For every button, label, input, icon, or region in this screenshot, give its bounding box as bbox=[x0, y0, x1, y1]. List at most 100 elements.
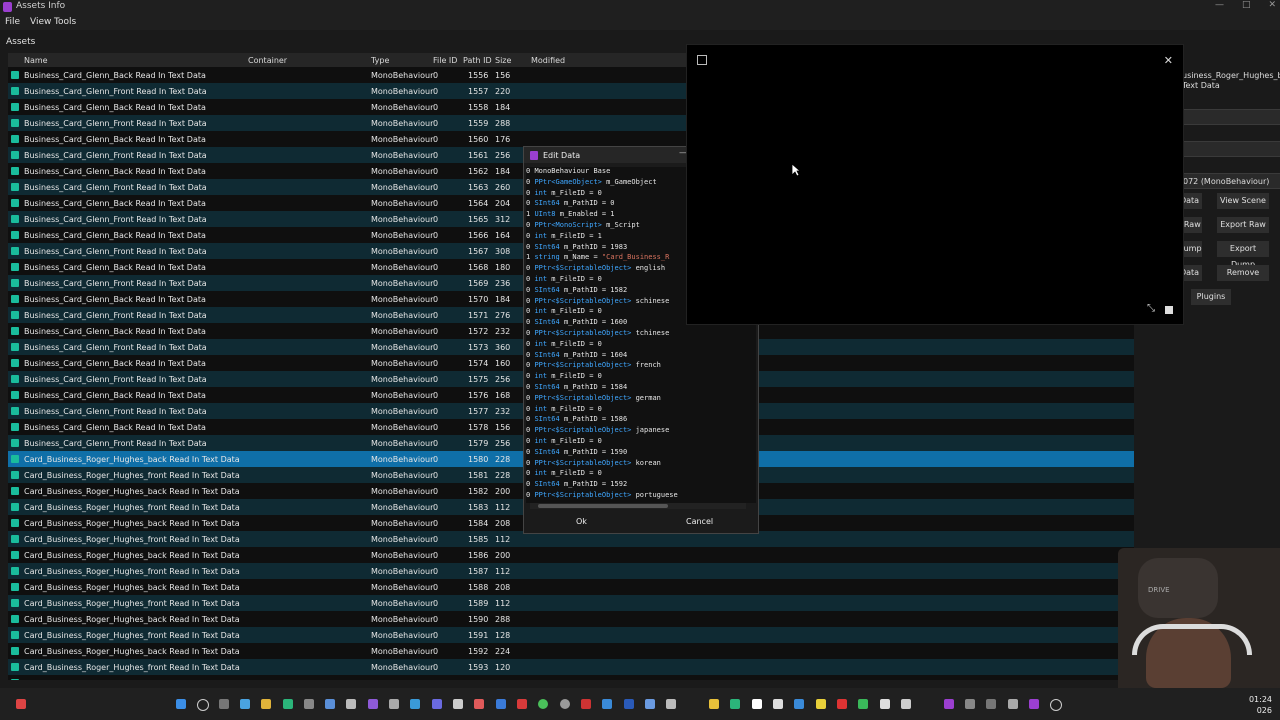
app-icon[interactable] bbox=[752, 699, 762, 709]
menu-file[interactable]: File bbox=[5, 17, 20, 27]
close-icon[interactable]: ✕ bbox=[1164, 54, 1173, 67]
tree-line[interactable]: 0 int m_FileID = 0 bbox=[526, 405, 756, 416]
app-icon[interactable] bbox=[645, 699, 655, 709]
tree-line[interactable]: 0 PPtr<$ScriptableObject> japanese bbox=[526, 426, 756, 437]
app-icon[interactable] bbox=[368, 699, 378, 709]
export-raw-button[interactable]: Export Raw bbox=[1217, 217, 1269, 233]
col-file-id[interactable]: File ID bbox=[433, 56, 457, 65]
app-icon[interactable] bbox=[581, 699, 591, 709]
app-icon[interactable] bbox=[965, 699, 975, 709]
app-icon[interactable] bbox=[16, 699, 26, 709]
app-icon[interactable] bbox=[389, 699, 399, 709]
system-clock[interactable]: 01:24 026 bbox=[1249, 694, 1272, 716]
table-row[interactable]: Card_Business_Roger_Hughes_back Read In … bbox=[8, 643, 1134, 659]
widgets-icon[interactable] bbox=[240, 699, 250, 709]
remove-button[interactable]: Remove bbox=[1217, 265, 1269, 281]
tree-token: m_FileID = 0 bbox=[547, 372, 602, 381]
tree-line[interactable]: 0 int m_FileID = 0 bbox=[526, 340, 756, 351]
app-icon[interactable] bbox=[432, 699, 442, 709]
app-icon[interactable] bbox=[517, 699, 527, 709]
app-icon[interactable] bbox=[794, 699, 804, 709]
tree-line[interactable]: 0 int m_FileID = 0 bbox=[526, 437, 756, 448]
app-icon[interactable] bbox=[901, 699, 911, 709]
search-icon[interactable] bbox=[197, 699, 209, 711]
app-icon[interactable] bbox=[666, 699, 676, 709]
app-icon[interactable] bbox=[624, 699, 634, 709]
table-row[interactable]: Card_Business_Roger_Hughes_back Read In … bbox=[8, 579, 1134, 595]
scroll-thumb[interactable] bbox=[538, 504, 668, 508]
menu-view[interactable]: View bbox=[30, 17, 51, 27]
view-scene-button[interactable]: View Scene bbox=[1217, 193, 1269, 209]
export-dump-button[interactable]: Export Dump bbox=[1217, 241, 1269, 269]
folder-icon[interactable] bbox=[261, 699, 271, 709]
start-icon[interactable] bbox=[176, 699, 186, 709]
tree-line[interactable]: 0 SInt64 m_PathID = 1586 bbox=[526, 415, 756, 426]
table-row[interactable]: Card_Business_Roger_Hughes_back Read In … bbox=[8, 547, 1134, 563]
col-container[interactable]: Container bbox=[248, 56, 287, 65]
horizontal-scrollbar[interactable] bbox=[530, 503, 746, 509]
col-modified[interactable]: Modified bbox=[531, 56, 565, 65]
cancel-button[interactable]: Cancel bbox=[686, 517, 713, 526]
table-row[interactable]: Card_Business_Roger_Hughes_front Read In… bbox=[8, 659, 1134, 675]
app-icon[interactable] bbox=[453, 699, 463, 709]
tree-line[interactable]: 0 PPtr<$ScriptableObject> german bbox=[526, 394, 756, 405]
close-button[interactable]: ✕ bbox=[1268, 0, 1276, 10]
store-icon[interactable] bbox=[304, 699, 314, 709]
app-icon[interactable] bbox=[602, 699, 612, 709]
app-icon[interactable] bbox=[880, 699, 890, 709]
resize-icon[interactable]: ⤡ bbox=[1147, 303, 1155, 314]
app-icon[interactable] bbox=[816, 699, 826, 709]
vscode-icon[interactable] bbox=[496, 699, 506, 709]
cell-file-id: 0 bbox=[433, 455, 439, 464]
app-icon[interactable] bbox=[1008, 699, 1018, 709]
browser-icon[interactable] bbox=[283, 699, 293, 709]
plugins-button[interactable]: Plugins bbox=[1191, 289, 1231, 305]
app-icon[interactable] bbox=[858, 699, 868, 709]
table-row[interactable]: Card_Business_Roger_Hughes_back Read In … bbox=[8, 611, 1134, 627]
tree-line[interactable]: 0 PPtr<$ScriptableObject> tchinese bbox=[526, 329, 756, 340]
maximize-button[interactable]: □ bbox=[1242, 0, 1251, 10]
tree-line[interactable]: 0 PPtr<$ScriptableObject> korean bbox=[526, 459, 756, 470]
app-icon[interactable] bbox=[944, 699, 954, 709]
tree-line[interactable]: 0 PPtr<$ScriptableObject> portuguese bbox=[526, 491, 756, 502]
tree-line[interactable]: 0 SInt64 m_PathID = 1592 bbox=[526, 480, 756, 491]
minimize-button[interactable]: — bbox=[1215, 0, 1224, 10]
app-icon[interactable] bbox=[709, 699, 719, 709]
tree-line[interactable]: 0 int m_FileID = 0 bbox=[526, 372, 756, 383]
app-icon[interactable] bbox=[1029, 699, 1039, 709]
maximize-icon[interactable] bbox=[1165, 306, 1173, 314]
task-view-icon[interactable] bbox=[219, 699, 229, 709]
app-icon[interactable] bbox=[773, 699, 783, 709]
app-icon[interactable] bbox=[325, 699, 335, 709]
settings-icon[interactable] bbox=[560, 699, 570, 709]
clock-time: 01:24 bbox=[1248, 695, 1272, 704]
field-box[interactable] bbox=[1182, 141, 1280, 157]
ok-button[interactable]: Ok bbox=[576, 517, 587, 526]
app-icon[interactable] bbox=[346, 699, 356, 709]
tree-line[interactable]: 0 SInt64 m_PathID = 1584 bbox=[526, 383, 756, 394]
tree-token: portuguese bbox=[631, 490, 678, 499]
col-type[interactable]: Type bbox=[371, 56, 389, 65]
col-size[interactable]: Size bbox=[495, 56, 511, 65]
tree-line[interactable]: 0 SInt64 m_PathID = 1590 bbox=[526, 448, 756, 459]
table-row[interactable]: Card_Business_Roger_Hughes_front Read In… bbox=[8, 595, 1134, 611]
menu-tools[interactable]: Tools bbox=[54, 17, 76, 27]
tree-line[interactable]: 0 SInt64 m_PathID = 1604 bbox=[526, 351, 756, 362]
col-name[interactable]: Name bbox=[24, 56, 48, 65]
table-row[interactable]: Card_Business_Roger_Hughes_back Read In … bbox=[8, 675, 1134, 680]
app-icon[interactable] bbox=[410, 699, 420, 709]
app-icon[interactable] bbox=[986, 699, 996, 709]
tree-line[interactable]: 0 PPtr<$ScriptableObject> french bbox=[526, 361, 756, 372]
tree-line[interactable]: 0 int m_FileID = 0 bbox=[526, 469, 756, 480]
tree-token: m_FileID = 1 bbox=[547, 231, 602, 240]
table-row[interactable]: Card_Business_Roger_Hughes_front Read In… bbox=[8, 563, 1134, 579]
field-box[interactable] bbox=[1182, 109, 1280, 125]
col-path-id[interactable]: Path ID bbox=[463, 56, 492, 65]
app-icon[interactable] bbox=[730, 699, 740, 709]
app-icon[interactable] bbox=[1050, 699, 1062, 711]
table-row[interactable]: Card_Business_Roger_Hughes_front Read In… bbox=[8, 627, 1134, 643]
app-icon[interactable] bbox=[837, 699, 847, 709]
app-icon[interactable] bbox=[474, 699, 484, 709]
chrome-icon[interactable] bbox=[538, 699, 548, 709]
popout-icon[interactable] bbox=[697, 55, 707, 65]
